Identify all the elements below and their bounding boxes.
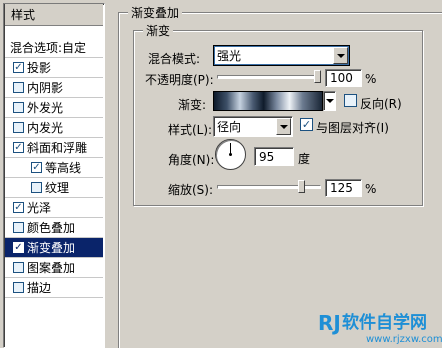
style-item-satin[interactable]: ✓ 光泽	[5, 198, 103, 218]
angle-dial-hub	[229, 153, 232, 156]
styles-header: 样式	[5, 4, 103, 26]
opacity-slider-track[interactable]	[217, 75, 321, 79]
style-item-label: 斜面和浮雕	[27, 141, 88, 155]
opacity-unit: %	[365, 72, 377, 86]
reverse-label: 反向(R)	[360, 97, 402, 111]
angle-input[interactable]: 95	[254, 147, 294, 166]
style-item-texture[interactable]: 纹理	[5, 178, 103, 198]
style-label: 样式(L):	[168, 123, 213, 137]
site-watermark: RJ 软件自学网 www.rjzxw.com	[318, 312, 442, 348]
angle-unit: 度	[298, 152, 311, 166]
angle-dial[interactable]	[215, 139, 246, 170]
blend-mode-label: 混合模式:	[148, 52, 201, 66]
checkbox-icon[interactable]	[13, 282, 24, 293]
blend-mode-select[interactable]: 强光	[213, 45, 350, 66]
style-item-label: 颜色叠加	[27, 221, 76, 235]
checkbox-icon[interactable]	[31, 182, 42, 193]
scale-unit: %	[365, 182, 377, 196]
checkbox-icon[interactable]	[13, 82, 24, 93]
blend-options-item[interactable]: 混合选项:自定	[5, 38, 103, 58]
opacity-value: 100	[330, 71, 353, 85]
site-logo: RJ	[318, 311, 341, 335]
checkbox-icon[interactable]	[13, 262, 24, 273]
gradient-preview[interactable]	[213, 91, 323, 111]
gradient-label: 渐变:	[178, 98, 207, 112]
gradient-group-title: 渐变	[143, 22, 174, 39]
style-item-drop-shadow[interactable]: ✓ 投影	[5, 58, 103, 78]
scale-label: 缩放(S):	[168, 183, 214, 197]
scale-slider-handle[interactable]	[298, 180, 305, 193]
style-item-contour[interactable]: ✓ 等高线	[5, 158, 103, 178]
chevron-down-icon[interactable]	[276, 118, 291, 135]
chevron-down-icon	[326, 99, 334, 103]
checkbox-icon[interactable]: ✓	[13, 202, 24, 213]
style-item-label: 渐变叠加	[27, 241, 76, 255]
scale-input[interactable]: 125	[325, 179, 362, 197]
gradient-overlay-title: 渐变叠加	[128, 4, 183, 21]
checkbox-icon[interactable]: ✓	[13, 142, 24, 153]
opacity-label: 不透明度(P):	[145, 73, 214, 87]
site-watermark-title: 软件自学网	[342, 313, 427, 333]
style-item-label: 外发光	[27, 101, 64, 115]
scale-value: 125	[330, 181, 353, 195]
scale-slider-track[interactable]	[217, 185, 321, 189]
blend-options-label: 混合选项:自定	[10, 41, 87, 55]
style-item-label: 内发光	[27, 121, 64, 135]
gradient-style-select[interactable]: 径向	[213, 116, 293, 137]
gradient-picker-button[interactable]	[323, 91, 336, 111]
chevron-down-icon[interactable]	[333, 47, 348, 64]
style-item-color-overlay[interactable]: 颜色叠加	[5, 218, 103, 238]
style-item-label: 投影	[27, 61, 52, 75]
style-item-label: 等高线	[45, 161, 82, 175]
checkbox-icon[interactable]	[13, 222, 24, 233]
checkbox-icon[interactable]	[13, 122, 24, 133]
styles-list: 样式 混合选项:自定 ✓ 投影 内阴影 外发光 内发光 ✓ 斜面和浮雕 ✓ 等高…	[3, 3, 105, 348]
style-item-pattern-overlay[interactable]: 图案叠加	[5, 258, 103, 278]
align-with-layer-checkbox[interactable]: ✓	[300, 118, 313, 131]
angle-label: 角度(N):	[168, 153, 215, 167]
style-item-label: 内阴影	[27, 81, 64, 95]
style-item-label: 图案叠加	[27, 261, 76, 275]
angle-value: 95	[259, 149, 275, 164]
opacity-slider-handle[interactable]	[314, 70, 321, 83]
align-with-layer-label: 与图层对齐(I)	[316, 121, 389, 135]
reverse-checkbox[interactable]	[344, 94, 357, 107]
blend-mode-value: 强光	[217, 49, 242, 63]
style-item-stroke[interactable]: 描边	[5, 278, 103, 298]
styles-header-label: 样式	[11, 8, 36, 22]
style-item-bevel-emboss[interactable]: ✓ 斜面和浮雕	[5, 138, 103, 158]
style-item-gradient-overlay[interactable]: ✓ 渐变叠加	[5, 238, 103, 258]
checkbox-icon[interactable]: ✓	[13, 242, 24, 253]
opacity-input[interactable]: 100	[325, 69, 362, 87]
checkbox-icon[interactable]: ✓	[13, 62, 24, 73]
gradient-style-value: 径向	[217, 120, 242, 134]
style-item-label: 光泽	[27, 201, 52, 215]
site-watermark-url: www.rjzxw.com	[366, 334, 442, 345]
style-item-label: 纹理	[45, 181, 70, 195]
style-item-inner-shadow[interactable]: 内阴影	[5, 78, 103, 98]
checkbox-icon[interactable]	[13, 102, 24, 113]
style-item-inner-glow[interactable]: 内发光	[5, 118, 103, 138]
style-item-label: 描边	[27, 281, 52, 295]
checkbox-icon[interactable]: ✓	[31, 162, 42, 173]
style-item-outer-glow[interactable]: 外发光	[5, 98, 103, 118]
